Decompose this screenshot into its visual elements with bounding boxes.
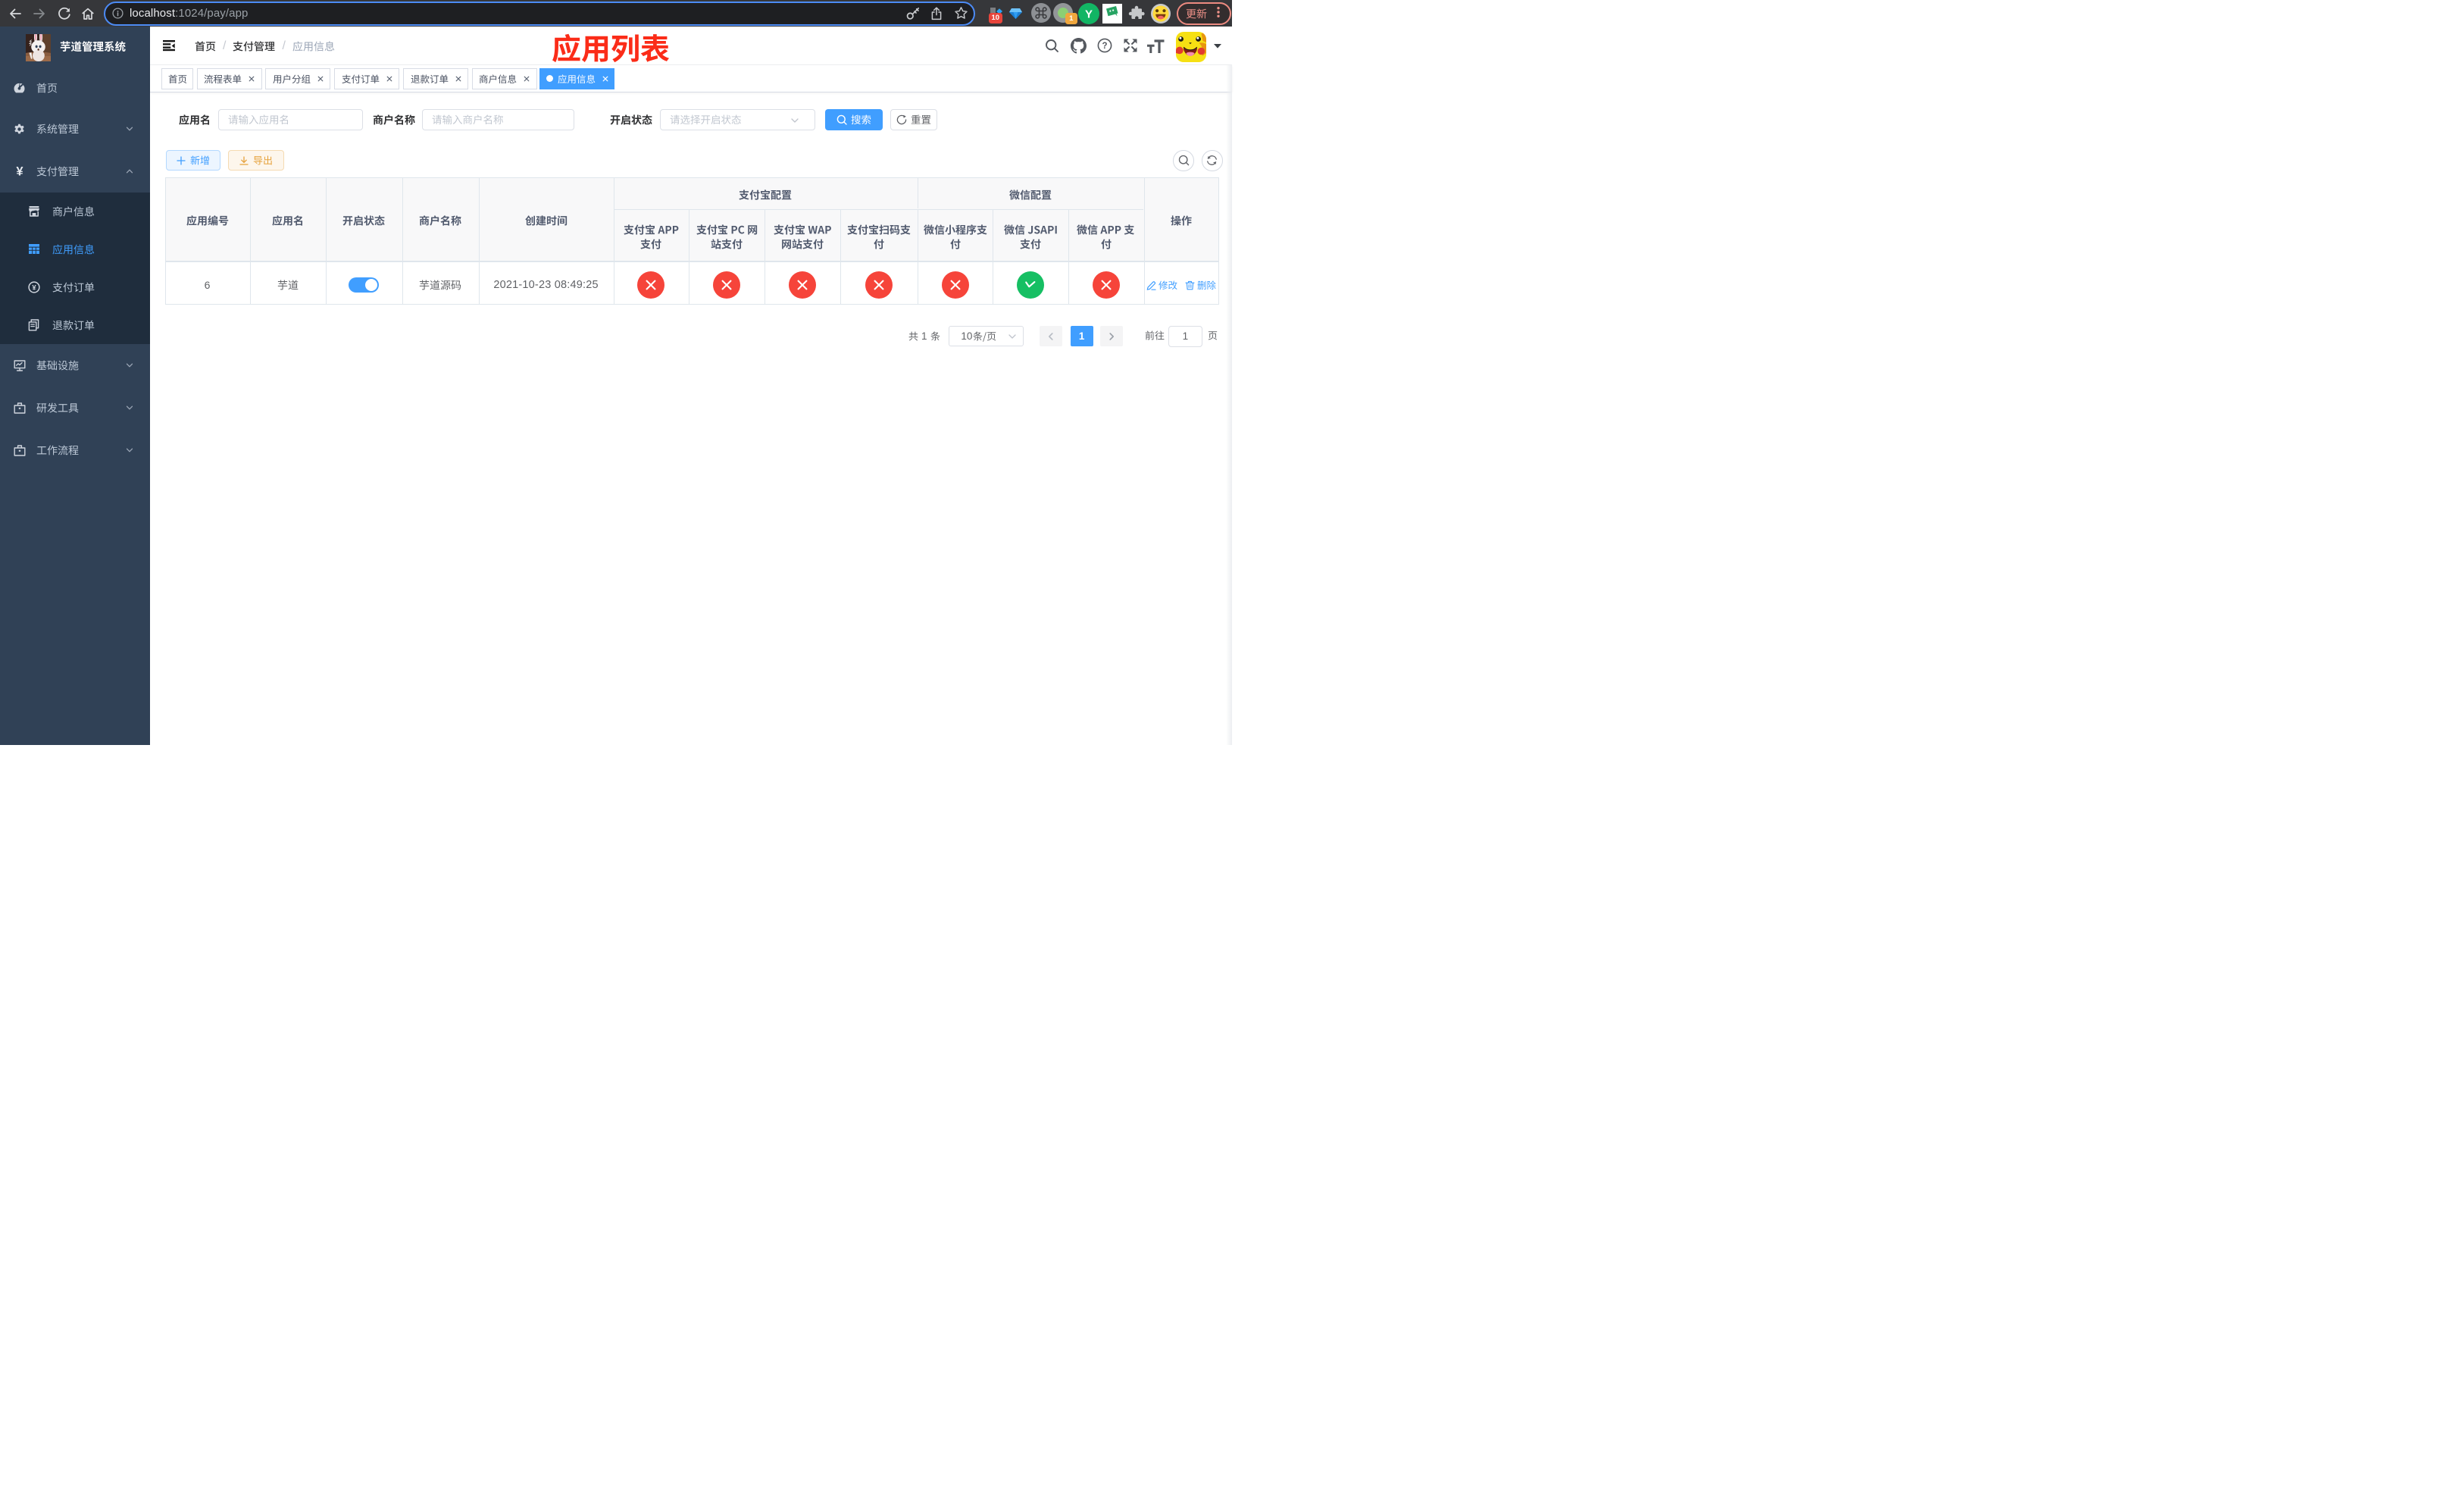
svg-text:?: ? xyxy=(1102,42,1107,51)
svg-text:¥: ¥ xyxy=(32,283,36,292)
svg-text:¥: ¥ xyxy=(16,164,23,178)
svg-text:Y: Y xyxy=(1084,8,1092,20)
